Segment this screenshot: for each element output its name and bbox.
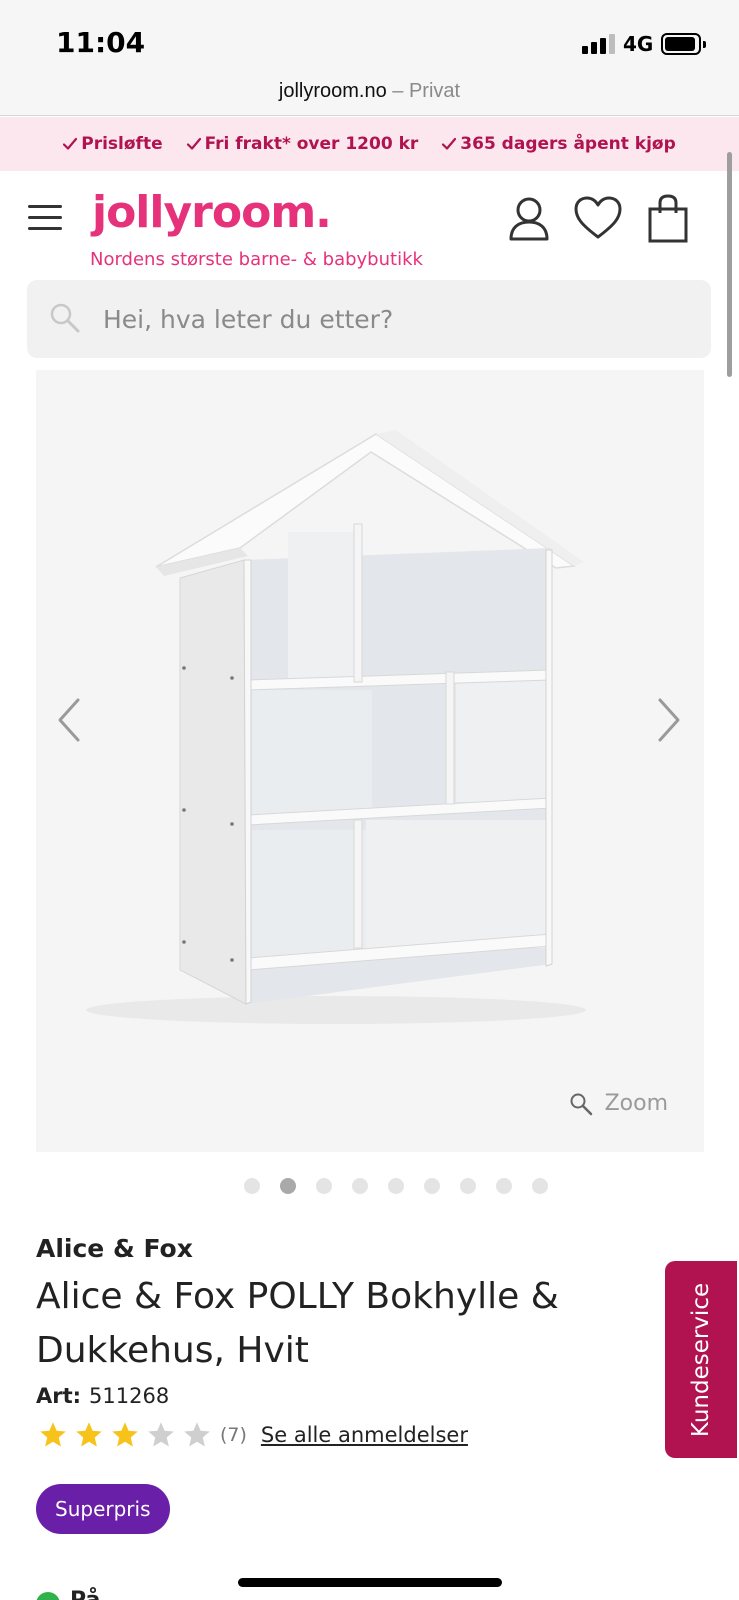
search-bar[interactable] [27,280,711,358]
customer-service-label: Kundeservice [688,1282,714,1438]
product-title: Alice & Fox POLLY Bokhylle & Dukkehus, H… [36,1276,559,1371]
gallery-dot-active[interactable] [279,1178,296,1194]
star-filled-icon [40,1422,66,1447]
status-bar: 11:04 4G [0,0,739,76]
zoom-button[interactable]: Zoom [569,1091,668,1116]
cart-icon[interactable] [646,193,690,245]
promo-text: 365 dagers åpent kjøp [460,134,676,154]
star-filled-icon [76,1422,102,1447]
promo-text: Prisløfte [81,134,163,154]
product-brand[interactable]: Alice & Fox [36,1234,193,1263]
browser-url-bar[interactable]: jollyroom.no – Privat [0,76,739,116]
see-all-reviews-link[interactable]: Se alle anmeldelser [261,1423,468,1447]
private-mode-label: – Privat [386,80,461,102]
product-rating: (7) Se alle anmeldelser [38,1420,468,1450]
product-gallery[interactable]: Zoom [36,370,704,1152]
gallery-dot[interactable] [531,1178,548,1194]
promo-bar: Prisløfte Fri frakt* over 1200 kr 365 da… [0,117,739,171]
check-icon [442,137,457,150]
signal-icon [582,34,616,54]
check-icon [63,137,78,150]
page-scrollbar[interactable] [727,152,732,377]
site-header: jollyroom. Nordens største barne- & baby… [0,171,739,279]
gallery-dot[interactable] [387,1178,404,1194]
gallery-prev-arrow-icon[interactable] [50,690,90,750]
heart-icon [574,196,622,239]
search-input[interactable] [103,280,693,358]
stock-status-icon [36,1592,60,1600]
stock-status-text: På [70,1588,100,1600]
gallery-pagination [0,1178,739,1194]
promo-item: Prisløfte [63,134,163,154]
wishlist-icon[interactable] [572,193,624,245]
status-time: 11:04 [56,26,146,59]
promo-item: Fri frakt* over 1200 kr [186,134,419,154]
gallery-dot[interactable] [459,1178,476,1194]
product-image [86,430,586,1024]
menu-icon[interactable] [28,205,62,231]
tagline: Nordens største barne- & babybutikk [90,249,423,270]
zoom-icon [570,1093,592,1115]
promo-item: 365 dagers åpent kjøp [442,134,676,154]
account-icon-graphic [509,197,549,241]
article-number-label: Art: [36,1384,82,1408]
article-number-value: 511268 [89,1384,170,1408]
review-count: (7) [220,1424,247,1446]
gallery-dot[interactable] [351,1178,368,1194]
superpris-badge: Superpris [36,1484,170,1534]
search-icon [50,303,80,333]
home-indicator [238,1578,502,1587]
check-icon [186,137,201,150]
customer-service-tab[interactable]: Kundeservice [665,1261,737,1458]
battery-icon [661,33,706,55]
gallery-dot[interactable] [315,1178,332,1194]
url-text: jollyroom.no [278,80,387,102]
network-type: 4G [623,32,654,56]
shopping-bag-icon [648,194,688,243]
article-number: Art: 511268 [36,1384,169,1408]
star-empty-icon [148,1422,174,1447]
gallery-dot[interactable] [495,1178,512,1194]
gallery-next-arrow-icon[interactable] [648,690,688,750]
promo-text: Fri frakt* over 1200 kr [204,134,419,154]
account-icon[interactable] [504,193,554,245]
gallery-dot[interactable] [423,1178,440,1194]
logo[interactable]: jollyroom. [92,187,332,238]
star-empty-icon [184,1422,210,1447]
gallery-dot[interactable] [243,1178,260,1194]
star-filled-icon [112,1422,138,1447]
zoom-label: Zoom [604,1091,668,1116]
